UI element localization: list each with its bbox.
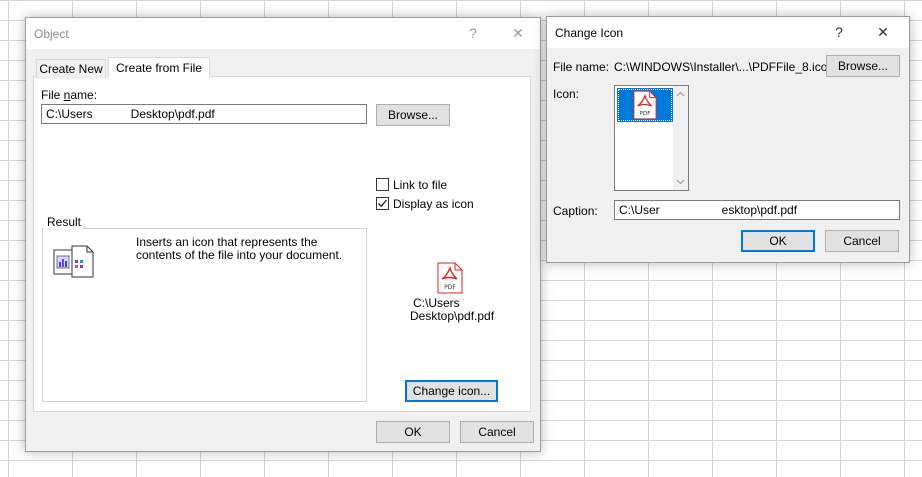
change-icon-file-name-label: File name: [553, 60, 610, 74]
embedded-document-icon [53, 245, 94, 278]
icon-list-item[interactable]: PDF [617, 88, 673, 122]
tab-create-new[interactable]: Create New [36, 59, 106, 79]
icon-list-label: Icon: [553, 87, 580, 101]
link-to-file-checkbox[interactable] [376, 178, 389, 191]
change-icon-ok-button-label: OK [769, 234, 787, 248]
file-name-value-part1: C:\Users [46, 107, 93, 121]
svg-text:PDF: PDF [444, 284, 456, 291]
change-icon-browse-button[interactable]: Browse... [826, 55, 900, 77]
change-icon-ok-button[interactable]: OK [741, 230, 815, 252]
file-name-value-part2: Desktop\pdf.pdf [130, 107, 215, 121]
change-icon-dialog-title: Change Icon [555, 26, 624, 40]
change-icon-browse-button-label: Browse... [837, 59, 888, 73]
file-name-label: File name: [41, 88, 98, 102]
object-titlebar[interactable]: Object ? ✕ [26, 18, 540, 49]
file-name-input[interactable]: C:\Users Desktop\pdf.pdf [41, 104, 367, 124]
close-button[interactable]: ✕ [870, 22, 896, 42]
browse-button-label: Browse... [387, 108, 438, 122]
result-label: Result [47, 215, 82, 229]
help-button[interactable]: ? [460, 23, 486, 43]
link-to-file-label[interactable]: Link to file [393, 178, 447, 192]
caption-input[interactable]: C:\User esktop\pdf.pdf [614, 200, 900, 220]
object-dialog-title: Object [34, 27, 69, 41]
tab-create-from-file-label: Create from File [115, 61, 203, 75]
change-icon-file-name-value: C:\WINDOWS\Installer\...\PDFFile_8.ico [614, 60, 828, 74]
caption-value-part2: esktop\pdf.pdf [721, 203, 798, 217]
change-icon-cancel-button[interactable]: Cancel [825, 230, 899, 252]
display-as-icon-checkbox[interactable] [376, 197, 389, 210]
change-icon-dialog: Change Icon ? ✕ File name: C:\WINDOWS\In… [546, 16, 910, 263]
icon-caption-line1: C:\Users [413, 296, 460, 310]
change-icon-titlebar[interactable]: Change Icon ? ✕ [547, 17, 909, 48]
change-icon-button[interactable]: Change icon... [405, 380, 498, 402]
checkmark-icon [378, 199, 388, 208]
cancel-button[interactable]: Cancel [460, 421, 534, 443]
pdf-badge: PDF [640, 111, 651, 117]
tab-create-from-file[interactable]: Create from File [108, 57, 210, 78]
ok-button-label: OK [404, 425, 422, 439]
object-dialog: Object ? ✕ Create New Create from File F… [25, 17, 541, 452]
help-button[interactable]: ? [826, 22, 852, 42]
chevron-up-icon[interactable] [673, 87, 688, 102]
close-button[interactable]: ✕ [505, 23, 531, 43]
icon-caption-line2: Desktop\pdf.pdf [410, 309, 495, 323]
icon-list[interactable]: PDF [614, 85, 689, 191]
icon-list-scrollbar[interactable] [673, 86, 688, 190]
pdf-file-icon: PDF [437, 262, 463, 294]
chevron-down-icon[interactable] [673, 174, 688, 189]
result-description: Inserts an icon that represents the cont… [136, 235, 343, 262]
ok-button[interactable]: OK [376, 421, 450, 443]
cancel-button-label: Cancel [478, 425, 516, 439]
caption-label: Caption: [553, 204, 598, 218]
pdf-file-icon: PDF [633, 90, 657, 120]
browse-button[interactable]: Browse... [376, 104, 450, 126]
change-icon-button-label: Change icon... [412, 384, 491, 398]
change-icon-cancel-button-label: Cancel [843, 234, 881, 248]
caption-value-part1: C:\User [619, 203, 660, 217]
file-name-mnemonic: n [63, 88, 71, 102]
tab-create-new-label: Create New [39, 62, 103, 76]
display-as-icon-label[interactable]: Display as icon [393, 197, 474, 211]
